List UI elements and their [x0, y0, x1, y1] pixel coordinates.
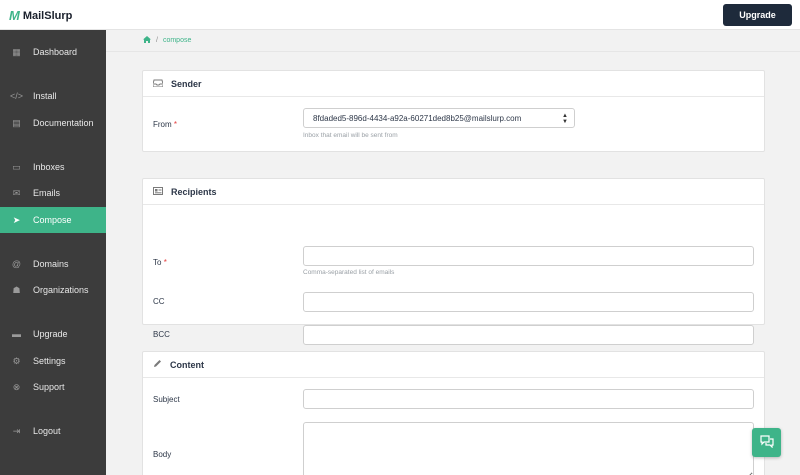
gear-icon: ⚙ [12, 355, 21, 366]
select-caret-icon: ▲ ▼ [562, 113, 568, 125]
sidebar-item-emails[interactable]: ✉ Emails [0, 180, 106, 206]
life-ring-icon: ⊗ [12, 381, 21, 392]
content-card: Content Subject Body [142, 351, 765, 475]
sidebar-item-settings[interactable]: ⚙ Settings [0, 348, 106, 374]
from-select[interactable]: 8fdaded5-896d-4434-a92a-60271ded8b25@mai… [303, 108, 575, 128]
sidebar-item-label: Settings [33, 356, 66, 366]
sign-out-icon: ⇥ [12, 425, 21, 436]
inbox-icon: ▭ [12, 161, 21, 172]
recipients-card-header: Recipients [143, 179, 764, 205]
content-card-header: Content [143, 352, 764, 378]
at-icon: @ [11, 259, 22, 269]
address-card-icon [153, 186, 163, 197]
sidebar-item-label: Inboxes [33, 162, 65, 172]
sender-title: Sender [171, 78, 202, 89]
required-mark: * [173, 120, 178, 129]
envelope-icon: ✉ [12, 187, 21, 198]
sidebar-item-upgrade[interactable]: ▬ Upgrade [0, 321, 106, 347]
body-label: Body [153, 450, 172, 459]
chat-button[interactable] [752, 428, 781, 457]
upgrade-button[interactable]: Upgrade [723, 4, 792, 26]
from-label-text: From [153, 120, 172, 129]
from-label: From * [153, 120, 177, 129]
recipients-card: Recipients To * Comma-separated list of … [142, 178, 765, 345]
required-mark: * [163, 258, 167, 267]
paper-plane-icon: ➤ [12, 214, 21, 225]
book-icon: ▤ [12, 117, 21, 128]
to-label-text: To [153, 258, 162, 267]
subject-input[interactable] [303, 389, 754, 409]
home-icon[interactable] [143, 36, 151, 45]
logo-text: MailSlurp [22, 9, 73, 22]
sidebar-item-label: Upgrade [33, 329, 68, 339]
bcc-label: BCC [153, 330, 170, 339]
chat-bubbles-icon [759, 435, 774, 450]
sender-card: Sender From * 8fdaded5-896d-4434-a92a-60… [142, 70, 765, 152]
sidebar-item-label: Compose [33, 215, 72, 225]
dashboard-icon: ▦ [12, 46, 21, 57]
recipients-title: Recipients [171, 186, 217, 197]
sidebar-item-label: Documentation [33, 118, 94, 128]
sidebar-item-compose[interactable]: ➤ Compose [0, 207, 106, 233]
main-content: / compose Sender From * 8fdaded5-896d-44… [106, 30, 800, 475]
bcc-input[interactable] [303, 325, 754, 345]
sender-card-header: Sender [143, 71, 764, 97]
sidebar-item-support[interactable]: ⊗ Support [0, 374, 106, 400]
sidebar-item-label: Dashboard [33, 47, 78, 57]
sidebar-item-label: Logout [33, 426, 61, 436]
pencil-icon [153, 359, 162, 370]
cc-input[interactable] [303, 292, 754, 312]
code-icon: </> [9, 91, 23, 101]
content-title: Content [170, 359, 204, 370]
breadcrumb: / compose [106, 30, 800, 52]
sidebar-item-label: Support [33, 382, 65, 392]
to-label: To * [153, 258, 167, 267]
sidebar-item-install[interactable]: </> Install [0, 83, 106, 109]
logo[interactable]: M MailSlurp [9, 8, 72, 23]
subject-label: Subject [153, 395, 180, 404]
breadcrumb-separator: / [156, 37, 158, 44]
sidebar-item-organizations[interactable]: ☗ Organizations [0, 277, 106, 303]
sidebar-item-label: Domains [33, 259, 69, 269]
breadcrumb-current[interactable]: compose [163, 37, 191, 44]
sidebar-item-label: Install [33, 91, 57, 101]
from-help-text: Inbox that email will be sent from [303, 132, 398, 139]
credit-card-icon: ▬ [12, 329, 21, 339]
sidebar-item-inboxes[interactable]: ▭ Inboxes [0, 154, 106, 180]
users-icon: ☗ [12, 284, 21, 295]
inbox-icon [152, 79, 164, 89]
cc-label: CC [153, 297, 165, 306]
to-input[interactable] [303, 246, 754, 266]
sidebar-item-label: Organizations [33, 285, 89, 295]
sidebar-item-logout[interactable]: ⇥ Logout [0, 418, 106, 444]
top-bar: M MailSlurp Upgrade [0, 0, 800, 30]
to-help-text: Comma-separated list of emails [303, 269, 395, 276]
sidebar-item-label: Emails [33, 188, 61, 198]
body-textarea[interactable] [303, 422, 754, 475]
sidebar: ▦ Dashboard </> Install ▤ Documentation … [0, 30, 106, 475]
from-select-value: 8fdaded5-896d-4434-a92a-60271ded8b25@mai… [313, 113, 522, 123]
sidebar-item-dashboard[interactable]: ▦ Dashboard [0, 39, 106, 65]
sidebar-item-documentation[interactable]: ▤ Documentation [0, 110, 106, 136]
sidebar-item-domains[interactable]: @ Domains [0, 251, 106, 277]
logo-mark: M [9, 8, 20, 23]
